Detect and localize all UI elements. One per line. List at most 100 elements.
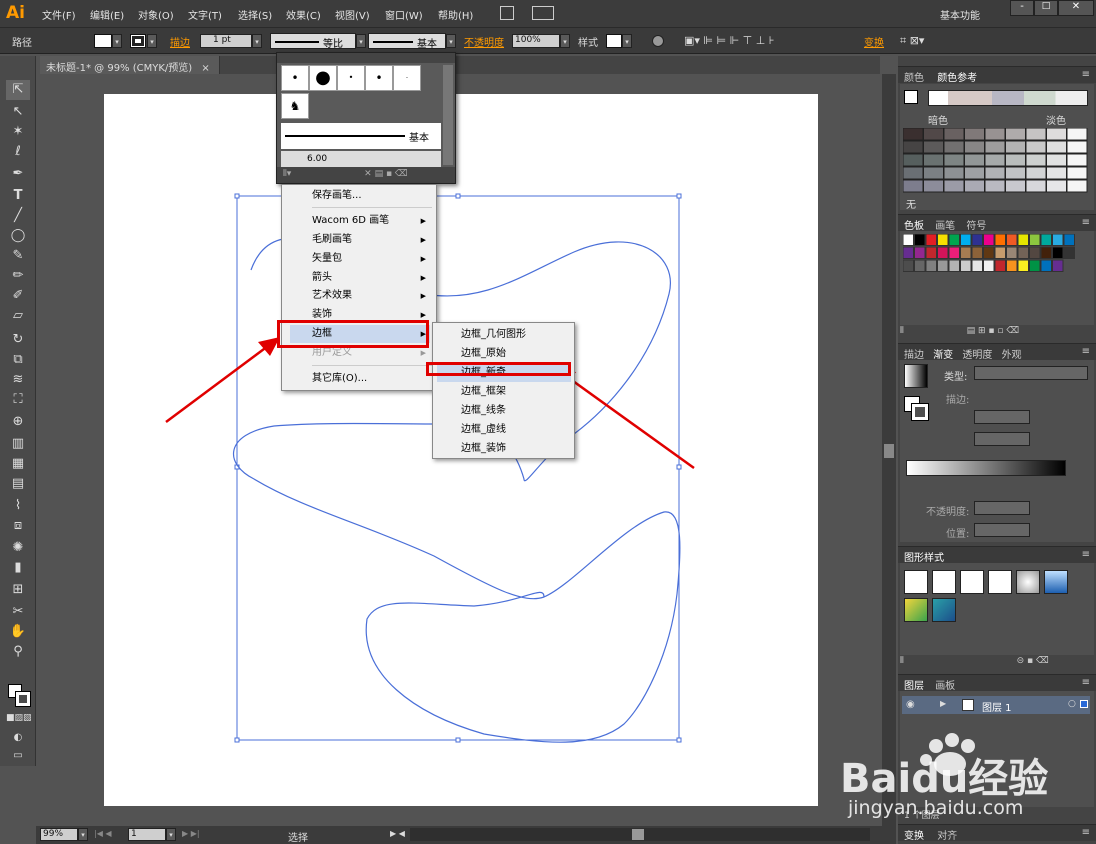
eye-icon[interactable]: ◉	[906, 699, 915, 710]
menu-item-arrows[interactable]: 箭头 ▶	[290, 269, 430, 287]
menu-item-bristle[interactable]: 毛刷画笔 ▶	[290, 231, 430, 249]
color-guide-cell	[943, 153, 965, 167]
menu-item-vector-packs[interactable]: 矢量包 ▶	[290, 250, 430, 268]
expand-arrow-icon[interactable]: ▶	[940, 699, 946, 708]
swatch	[994, 259, 1006, 272]
menu-divider	[312, 207, 432, 208]
color-guide-cell	[984, 166, 1006, 180]
graphic-style-white[interactable]	[960, 570, 984, 594]
swatch	[1006, 259, 1018, 272]
graphic-style-stroke[interactable]	[988, 570, 1012, 594]
brush-tiny-dot[interactable]: •	[337, 65, 365, 91]
color-guide-cell	[1025, 153, 1047, 167]
brush-small-dot[interactable]: •	[281, 65, 309, 91]
layers-panel-header: 图层 画板 ≡	[898, 674, 1096, 692]
swatch-grid[interactable]	[903, 234, 1083, 314]
graphic-style-blue[interactable]	[1044, 570, 1068, 594]
submenu-item-geometric[interactable]: 边框_几何图形	[437, 325, 571, 344]
brush-art-splatter[interactable]: ♞	[281, 93, 309, 119]
gradient-panel-header: 描边 渐变 透明度 外观 ≡	[898, 343, 1096, 361]
gradient-slider[interactable]	[906, 460, 1066, 476]
swatches-footer[interactable]: ⫴ ▤ ⊞ ▪ ▫ ⌫	[900, 326, 1094, 340]
menu-item-other-library[interactable]: 其它库(O)...	[290, 370, 430, 388]
target-icon[interactable]: ○	[1068, 699, 1076, 709]
status-mode[interactable]: 选择	[288, 829, 308, 844]
color-guide-grid[interactable]	[903, 128, 1091, 194]
swatch	[937, 259, 949, 272]
swatch	[983, 259, 995, 272]
artboard-number-field[interactable]: 1	[128, 828, 166, 841]
color-guide-cell	[943, 140, 965, 154]
gradient-opacity-field[interactable]	[974, 501, 1030, 515]
submenu-arrow-icon: ▶	[420, 274, 426, 282]
graphic-style-leaf[interactable]	[904, 598, 928, 622]
panel-menu-icon: ≡	[1081, 549, 1090, 560]
graphic-style-soft[interactable]	[1016, 570, 1040, 594]
left-arrow	[165, 341, 273, 424]
horizontal-scrollbar[interactable]	[410, 828, 870, 841]
color-guide-cell	[964, 153, 985, 167]
layer-name[interactable]: 图层 1	[982, 699, 1012, 714]
submenu-item-primitive[interactable]: 边框_原始	[437, 344, 571, 363]
brush-thin[interactable]: ·	[393, 65, 421, 91]
selection-indicator[interactable]	[1080, 700, 1088, 708]
color-guide-cell	[1066, 179, 1088, 193]
gradient-angle-field[interactable]	[974, 410, 1030, 424]
submenu-item-lines[interactable]: 边框_线条	[437, 401, 571, 420]
brush-calligraphic[interactable]: •	[365, 65, 393, 91]
menu-item-save-brushes[interactable]: 保存画笔...	[290, 187, 430, 205]
swatch	[1029, 246, 1041, 259]
color-guide-cell	[923, 128, 944, 141]
color-guide-cell	[923, 179, 944, 193]
brush-size-row[interactable]: 6.00	[281, 151, 441, 167]
brush-panel-scrollbar[interactable]	[443, 65, 453, 165]
color-guide-cell	[984, 140, 1006, 154]
submenu-item-dashed[interactable]: 边框_虚线	[437, 420, 571, 439]
brush-basic-row[interactable]: 基本	[281, 123, 441, 149]
color-guide-cell	[923, 166, 944, 180]
brush-large-dot[interactable]: ●	[309, 65, 337, 91]
graphic-style-none[interactable]	[932, 570, 956, 594]
highlight-box-novelty	[426, 362, 571, 376]
panel-menu-icon: ≡	[1081, 346, 1090, 357]
swatch	[937, 234, 949, 246]
menu-item-artistic[interactable]: 艺术效果 ▶	[290, 287, 430, 305]
artboard-dropdown[interactable]: ▾	[166, 828, 176, 841]
artboard-next-icons[interactable]: ▶ ▶|	[182, 829, 200, 838]
gradient-type-dropdown[interactable]	[974, 366, 1088, 380]
gradient-stroke-swatch[interactable]	[911, 403, 929, 421]
vertical-scrollbar[interactable]	[882, 74, 896, 826]
color-guide-cell	[964, 140, 985, 154]
swatch	[925, 259, 937, 272]
swatch	[1052, 259, 1064, 272]
gradient-preview[interactable]	[904, 364, 928, 388]
tab-color[interactable]: 颜色	[904, 73, 924, 84]
gradient-opacity-label: 不透明度:	[926, 507, 970, 518]
color-guide-cell	[1066, 140, 1088, 154]
color-guide-cell	[1046, 128, 1067, 141]
graphic-style-default[interactable]	[904, 570, 928, 594]
graphic-styles-footer[interactable]: ⫴ ⊝ ▪ ⌫	[900, 656, 1094, 670]
graphic-style-teal[interactable]	[932, 598, 956, 622]
zoom-field[interactable]: 99%	[40, 828, 78, 841]
color-guide-cell	[1046, 166, 1067, 180]
artboard-prev-icons[interactable]: |◀ ◀	[94, 829, 112, 838]
swatch	[1040, 259, 1052, 272]
svg-text:jingyan.baidu.com: jingyan.baidu.com	[847, 797, 1023, 819]
color-guide-cell	[1025, 128, 1047, 141]
svg-text:Baidu经验: Baidu经验	[840, 756, 1048, 802]
gradient-aspect-field[interactable]	[974, 432, 1030, 446]
zoom-dropdown[interactable]: ▾	[78, 828, 88, 841]
gradient-position-field[interactable]	[974, 523, 1030, 537]
submenu-item-decorative[interactable]: 边框_装饰	[437, 439, 571, 458]
brush-library-menu-button[interactable]: ⫴▾ ✕ ▤ ▪ ⌫	[277, 167, 455, 183]
submenu-item-frames[interactable]: 边框_框架	[437, 382, 571, 401]
status-arrow-icon[interactable]: ▶ ◀	[390, 829, 405, 838]
tab-color-guide[interactable]: 颜色参考	[937, 73, 977, 84]
swatch	[960, 259, 972, 272]
harmony-rules-bar[interactable]	[928, 90, 1088, 106]
swatch	[1052, 246, 1064, 259]
menu-item-wacom-6d[interactable]: Wacom 6D 画笔 ▶	[290, 212, 430, 230]
base-color-swatch[interactable]	[904, 90, 918, 104]
layer-row[interactable]: ◉ ▶ 图层 1 ○	[902, 696, 1090, 714]
